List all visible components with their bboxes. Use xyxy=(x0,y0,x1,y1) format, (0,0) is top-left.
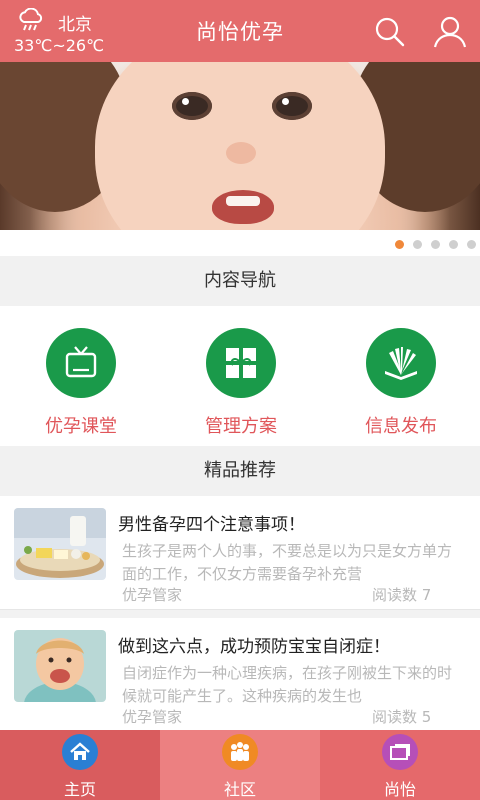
article-summary: 生孩子是两个人的事，不要总是以为只是女方单方面的工作，不仅女方需要备孕补充营 xyxy=(122,542,453,583)
tab-community[interactable]: 社区 xyxy=(160,730,320,800)
nav-item-label: 信息发布 xyxy=(365,416,437,437)
carousel-dot[interactable] xyxy=(449,240,458,249)
book-icon xyxy=(385,347,417,380)
article-source: 优孕管家 xyxy=(122,586,183,604)
banner-image-nose xyxy=(226,142,256,164)
article-title: 男性备孕四个注意事项！ xyxy=(118,515,305,535)
carousel-dot[interactable] xyxy=(467,240,476,249)
tab-label: 社区 xyxy=(223,780,256,799)
nav-item-plan[interactable]: 管理方案 xyxy=(171,328,311,438)
article-summary: 自闭症作为一种心理疾病，在孩子刚被生下来的时候就可能产生了。这种疾病的发生也 xyxy=(122,664,453,705)
article-item[interactable]: 做到这六点，成功预防宝宝自闭症！ 自闭症作为一种心理疾病，在孩子刚被生下来的时候… xyxy=(0,618,480,732)
article-read-count: 阅读数 5 xyxy=(372,708,432,726)
nav-item-publish[interactable]: 信息发布 xyxy=(331,328,471,438)
carousel-dot[interactable] xyxy=(431,240,440,249)
article-read-count: 阅读数 7 xyxy=(372,586,432,604)
content-nav-panel: 优孕课堂 管理方案 信息发布 xyxy=(0,306,480,446)
article-title: 做到这六点，成功预防宝宝自闭症！ xyxy=(118,637,390,657)
nav-icon-circle xyxy=(366,328,436,398)
user-icon xyxy=(433,16,467,48)
nav-icon-circle xyxy=(206,328,276,398)
banner-carousel[interactable] xyxy=(0,62,480,230)
nav-icon-circle xyxy=(46,328,116,398)
gift-icon xyxy=(226,348,256,378)
carousel-dot[interactable] xyxy=(413,240,422,249)
community-icon xyxy=(222,734,258,770)
article-thumbnail xyxy=(14,508,106,580)
banner-image-eye xyxy=(172,92,212,120)
app-title: 尚怡优孕 xyxy=(196,20,284,44)
tv-icon xyxy=(65,346,97,378)
article-source: 优孕管家 xyxy=(122,708,183,726)
article-thumbnail xyxy=(14,630,106,702)
app-header: 北京 33℃~26℃ 尚怡优孕 xyxy=(0,0,480,62)
carousel-indicator xyxy=(0,230,480,256)
recommend-heading: 精品推荐 xyxy=(0,446,480,496)
content-nav-heading: 内容导航 xyxy=(0,256,480,306)
user-button[interactable] xyxy=(432,14,468,50)
nav-item-class[interactable]: 优孕课堂 xyxy=(11,328,151,438)
banner-image-eye xyxy=(272,92,312,120)
gallery-icon xyxy=(382,734,418,770)
banner-image-mouth xyxy=(212,190,274,224)
tab-label: 主页 xyxy=(63,780,96,799)
carousel-dot[interactable] xyxy=(395,240,404,249)
tab-label: 尚怡 xyxy=(383,780,416,799)
tab-home[interactable]: 主页 xyxy=(0,730,160,800)
search-button[interactable] xyxy=(372,14,408,50)
tab-shangyi[interactable]: 尚怡 xyxy=(320,730,480,800)
search-icon xyxy=(375,17,405,47)
bottom-tab-bar: 主页 社区 尚怡 xyxy=(0,730,480,800)
home-icon xyxy=(62,734,98,770)
article-item[interactable]: 男性备孕四个注意事项！ 生孩子是两个人的事，不要总是以为只是女方单方面的工作，不… xyxy=(0,496,480,610)
nav-item-label: 优孕课堂 xyxy=(45,416,117,437)
nav-item-label: 管理方案 xyxy=(205,416,277,437)
